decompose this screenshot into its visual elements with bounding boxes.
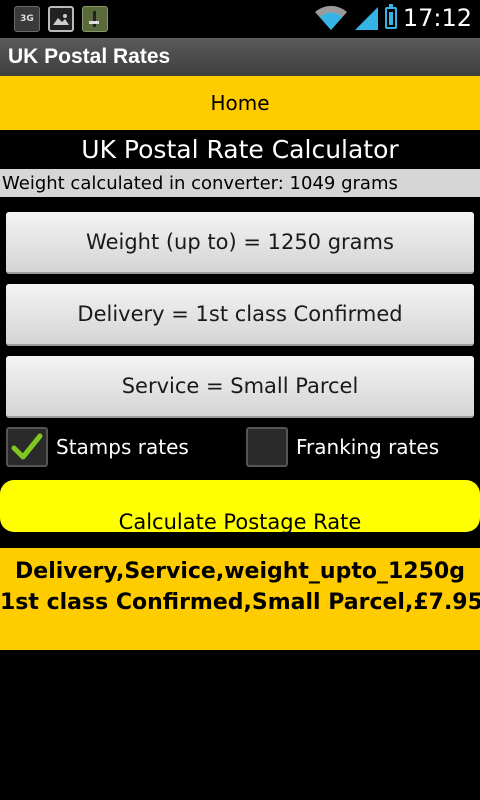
network-label: 3G	[20, 14, 34, 24]
wifi-icon	[314, 5, 347, 30]
clock: 17:12	[402, 4, 472, 32]
stamps-rates-checkbox[interactable]	[6, 427, 48, 467]
franking-rates-label: Franking rates	[296, 435, 440, 459]
home-label: Home	[210, 91, 270, 115]
calculate-label: Calculate Postage Rate	[118, 510, 362, 532]
stamps-rates-option[interactable]: Stamps rates	[6, 426, 189, 468]
system-icons: 17:12	[314, 4, 472, 32]
service-select-label: Service = Small Parcel	[121, 374, 359, 398]
3g-notification-icon: 3G	[14, 6, 40, 32]
delivery-select-button[interactable]: Delivery = 1st class Confirmed	[6, 284, 474, 346]
converter-info: Weight calculated in converter: 1049 gra…	[0, 169, 480, 197]
app-title: UK Postal Rates	[8, 45, 171, 68]
franking-rates-checkbox[interactable]	[246, 427, 288, 467]
page-title: UK Postal Rate Calculator	[81, 135, 399, 164]
result-panel: Delivery,Service,weight_upto_1250g 1st c…	[0, 548, 480, 650]
app-notification-icon	[82, 6, 108, 32]
result-header: Delivery,Service,weight_upto_1250g	[15, 559, 465, 584]
weight-select-button[interactable]: Weight (up to) = 1250 grams	[6, 212, 474, 274]
result-value: 1st class Confirmed,Small Parcel,£7.95	[0, 590, 480, 615]
calculate-postage-button[interactable]: Calculate Postage Rate	[0, 480, 480, 532]
status-bar: 3G 17:12	[0, 0, 480, 38]
delivery-select-label: Delivery = 1st class Confirmed	[77, 302, 403, 326]
signal-icon	[354, 7, 378, 30]
stamps-rates-label: Stamps rates	[56, 435, 189, 459]
home-button[interactable]: Home	[0, 76, 480, 130]
service-select-button[interactable]: Service = Small Parcel	[6, 356, 474, 418]
checkmark-icon	[11, 433, 43, 460]
battery-icon	[384, 4, 397, 29]
action-bar: UK Postal Rates	[0, 38, 480, 76]
franking-rates-option[interactable]: Franking rates	[246, 426, 439, 468]
picture-icon	[48, 6, 74, 32]
notification-icons: 3G	[14, 6, 108, 32]
weight-select-label: Weight (up to) = 1250 grams	[86, 230, 394, 254]
